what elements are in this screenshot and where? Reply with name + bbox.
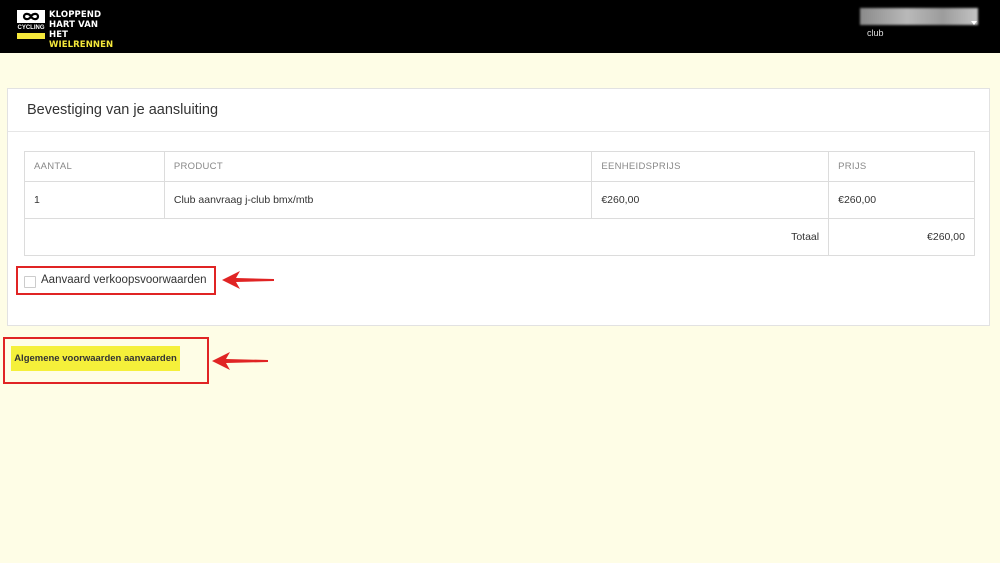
total-value: €260,00 <box>828 218 975 256</box>
accept-terms-highlight[interactable]: Aanvaard verkoopsvoorwaarden <box>16 266 216 295</box>
panel-divider <box>8 131 989 132</box>
order-table: AANTAL PRODUCT EENHEIDSPRIJS PRIJS 1 Clu… <box>23 151 975 256</box>
user-role: club <box>867 28 884 38</box>
logo-line-2: HART VAN HET <box>49 20 99 40</box>
logo-line-1: KLOPPEND <box>49 10 102 20</box>
chevron-down-icon[interactable] <box>971 21 977 25</box>
logo-badge: CYCLING <box>17 10 45 40</box>
cell-quantity: 1 <box>24 181 165 219</box>
total-label: Totaal <box>23 218 830 256</box>
logo[interactable]: CYCLING KLOPPEND HART VAN HET WIELRENNEN <box>17 10 117 50</box>
logo-text: KLOPPEND HART VAN HET WIELRENNEN <box>49 10 117 50</box>
logo-badge-label: CYCLING <box>17 23 45 33</box>
column-header-product: PRODUCT <box>163 151 593 182</box>
infinity-logo-icon <box>17 10 45 23</box>
top-bar: CYCLING KLOPPEND HART VAN HET WIELRENNEN… <box>0 0 1000 53</box>
table-total-row: Totaal €260,00 <box>23 218 975 256</box>
cell-product: Club aanvraag j-club bmx/mtb <box>163 181 593 219</box>
column-header-quantity: AANTAL <box>24 151 165 182</box>
table-row: 1 Club aanvraag j-club bmx/mtb €260,00 €… <box>24 181 975 219</box>
user-name-blurred <box>860 8 978 25</box>
user-menu[interactable]: club <box>860 8 980 44</box>
column-header-price: PRIJS <box>828 151 975 182</box>
accept-button-highlight: Algemene voorwaarden aanvaarden <box>3 337 209 384</box>
cell-unit-price: €260,00 <box>591 181 830 219</box>
logo-badge-stripe <box>17 33 45 39</box>
red-arrow-icon <box>212 352 268 370</box>
panel-title: Bevestiging van je aansluiting <box>27 102 219 118</box>
accept-terms-label[interactable]: Aanvaard verkoopsvoorwaarden <box>41 274 207 286</box>
red-arrow-icon <box>222 271 274 289</box>
accept-terms-button[interactable]: Algemene voorwaarden aanvaarden <box>11 346 180 371</box>
logo-line-3: WIELRENNEN <box>49 40 114 50</box>
table-header-row: AANTAL PRODUCT EENHEIDSPRIJS PRIJS <box>24 151 975 182</box>
accept-terms-checkbox[interactable] <box>24 276 36 288</box>
column-header-unit-price: EENHEIDSPRIJS <box>591 151 830 182</box>
cell-price: €260,00 <box>828 181 975 219</box>
